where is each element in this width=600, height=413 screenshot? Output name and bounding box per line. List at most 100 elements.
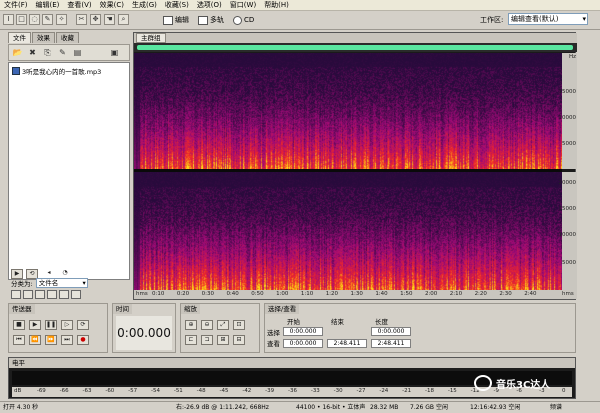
multitrack-icon — [198, 15, 208, 25]
view-thumbs-icon[interactable] — [35, 290, 45, 299]
freq-tick: 15000 — [558, 89, 577, 95]
time-tick: 0:30 — [201, 291, 214, 297]
menu-options[interactable]: 选项(O) — [193, 0, 226, 11]
sort-row: 分类为: 文件名 — [11, 278, 88, 288]
mode-cd-button[interactable]: CD — [233, 14, 254, 26]
workspace-select[interactable]: 编辑查看(默认) — [508, 13, 588, 25]
import-icon[interactable]: 📂 — [12, 47, 23, 58]
time-tick: 1:10 — [300, 291, 314, 297]
menu-favorites[interactable]: 收藏(S) — [161, 0, 193, 11]
time-tick: 1:30 — [350, 291, 363, 297]
menu-window[interactable]: 窗口(W) — [226, 0, 260, 11]
menu-view[interactable]: 查看(V) — [63, 0, 95, 11]
show-path-icon[interactable] — [47, 290, 57, 299]
mode-multitrack-label: 多轨 — [210, 16, 224, 24]
col-length: 长度 — [375, 318, 388, 326]
brush-icon[interactable]: ✎ — [42, 14, 53, 25]
db-tick: -30 — [333, 388, 343, 394]
mode-cd-label: CD — [244, 16, 255, 24]
tab-favorites[interactable]: 收藏 — [56, 32, 79, 43]
rewind-icon[interactable]: ⏪ — [29, 335, 41, 345]
menu-effects[interactable]: 效果(C) — [96, 0, 128, 11]
insert-icon[interactable]: ⎘ — [42, 47, 53, 58]
overview-bar[interactable] — [134, 43, 577, 52]
transport-panel: 传送器 ■ ▶ ❚❚ ▷ ⟳ ⏮ ⏪ ⏩ ⏭ ● — [8, 303, 108, 353]
sort-desc-icon[interactable] — [71, 290, 81, 299]
close-file-icon[interactable]: ✖ — [27, 47, 38, 58]
text-cursor-icon[interactable]: I — [3, 14, 14, 25]
zoom-in-h-icon[interactable]: ⊕ — [185, 320, 197, 330]
menu-edit[interactable]: 编辑(E) — [32, 0, 64, 11]
overview-range[interactable] — [137, 45, 573, 50]
freq-axis-left: Hz 15000 10000 5000 — [558, 53, 577, 169]
mode-edit-button[interactable]: 编辑 — [163, 14, 189, 26]
freq-tick: 20000 — [558, 180, 577, 186]
db-tick: -27 — [356, 388, 366, 394]
menu-generate[interactable]: 生成(G) — [128, 0, 161, 11]
main-panel: 主群组 Hz 15000 10000 5000 20000 15000 1000… — [133, 32, 577, 300]
spectral-view[interactable]: Hz 15000 10000 5000 20000 15000 10000 50… — [134, 53, 577, 290]
go-end-icon[interactable]: ⏭ — [61, 335, 73, 345]
tab-effects[interactable]: 效果 — [32, 32, 55, 43]
menu-file[interactable]: 文件(F) — [0, 0, 32, 11]
level-title: 电平 — [12, 359, 25, 367]
menu-help[interactable]: 帮助(H) — [260, 0, 293, 11]
zoom-title: 缩放 — [181, 304, 200, 314]
pause-icon[interactable]: ❚❚ — [45, 320, 57, 330]
db-tick: -54 — [151, 388, 160, 394]
tab-main-group[interactable]: 主群组 — [136, 33, 166, 43]
list-item[interactable]: 3听是我心内的一首歌.mp3 — [12, 66, 101, 76]
selection-length-field[interactable]: 0:00.000 — [371, 327, 411, 336]
edit-file-icon[interactable]: ✎ — [57, 47, 68, 58]
marquee-select-icon[interactable]: □ — [16, 14, 27, 25]
move-icon[interactable]: ✥ — [90, 14, 101, 25]
freq-axis-right: 20000 15000 10000 5000 — [558, 172, 577, 290]
spot-heal-icon[interactable]: ✧ — [56, 14, 67, 25]
selection-start-field[interactable]: 0:00.000 — [283, 327, 323, 336]
transport-title: 传送器 — [9, 304, 35, 314]
spectrogram-right-channel[interactable] — [134, 172, 562, 290]
scissors-icon[interactable]: ✂ — [76, 14, 87, 25]
view-length-field[interactable]: 2:48.411 — [371, 339, 411, 348]
view-end-field[interactable]: 2:48.411 — [327, 339, 367, 348]
zoom-selection-icon[interactable]: ⊡ — [233, 320, 245, 330]
zoom-in-v-icon[interactable]: ⊞ — [217, 335, 229, 345]
zoom-left-edge-icon[interactable]: ⊏ — [185, 335, 197, 345]
save-icon[interactable]: ▤ — [72, 47, 83, 58]
spectrogram-left-channel[interactable] — [134, 53, 562, 169]
go-start-icon[interactable]: ⏮ — [13, 335, 25, 345]
view-start-field[interactable]: 0:00.000 — [283, 339, 323, 348]
toolbar: I □ ◌ ✎ ✧ ✂ ✥ ☚ ⌕ 编辑 多轨 CD 工作区: 编辑查看(默认) — [0, 11, 600, 30]
db-tick: -69 — [36, 388, 46, 394]
time-tick: 1:00 — [276, 291, 289, 297]
lasso-icon[interactable]: ◌ — [29, 14, 40, 25]
zoom-full-icon[interactable]: ⤢ — [217, 320, 229, 330]
view-list-icon[interactable] — [23, 290, 33, 299]
db-tick: -66 — [59, 388, 69, 394]
loop-play-icon[interactable]: ⟳ — [77, 320, 89, 330]
zoom-icon[interactable]: ⌕ — [118, 14, 129, 25]
zoom-out-v-icon[interactable]: ⊟ — [233, 335, 245, 345]
play-from-cursor-icon[interactable]: ▷ — [61, 320, 73, 330]
waveform-icon — [163, 15, 173, 25]
mode-multitrack-button[interactable]: 多轨 — [198, 14, 224, 26]
fast-forward-icon[interactable]: ⏩ — [45, 335, 57, 345]
zoom-right-edge-icon[interactable]: ⊐ — [201, 335, 213, 345]
play-icon[interactable]: ▶ — [29, 320, 41, 330]
sort-select[interactable]: 文件名 — [35, 278, 88, 288]
stop-icon[interactable]: ■ — [13, 320, 25, 330]
time-tick: 0:40 — [226, 291, 239, 297]
time-title: 时间 — [113, 304, 132, 314]
time-tick: 2:40 — [524, 291, 537, 297]
tab-files[interactable]: 文件 — [8, 32, 31, 43]
db-tick: -21 — [402, 388, 412, 394]
time-tick: 1:50 — [400, 291, 413, 297]
zoom-out-h-icon[interactable]: ⊖ — [201, 320, 213, 330]
view-details-icon[interactable] — [11, 290, 21, 299]
hand-icon[interactable]: ☚ — [104, 14, 115, 25]
watermark-text: 音乐3C达人 — [496, 379, 551, 391]
record-icon[interactable]: ● — [77, 335, 89, 345]
freq-tick: 5000 — [562, 260, 576, 266]
sort-asc-icon[interactable] — [59, 290, 69, 299]
options-icon[interactable]: ▣ — [109, 47, 120, 58]
